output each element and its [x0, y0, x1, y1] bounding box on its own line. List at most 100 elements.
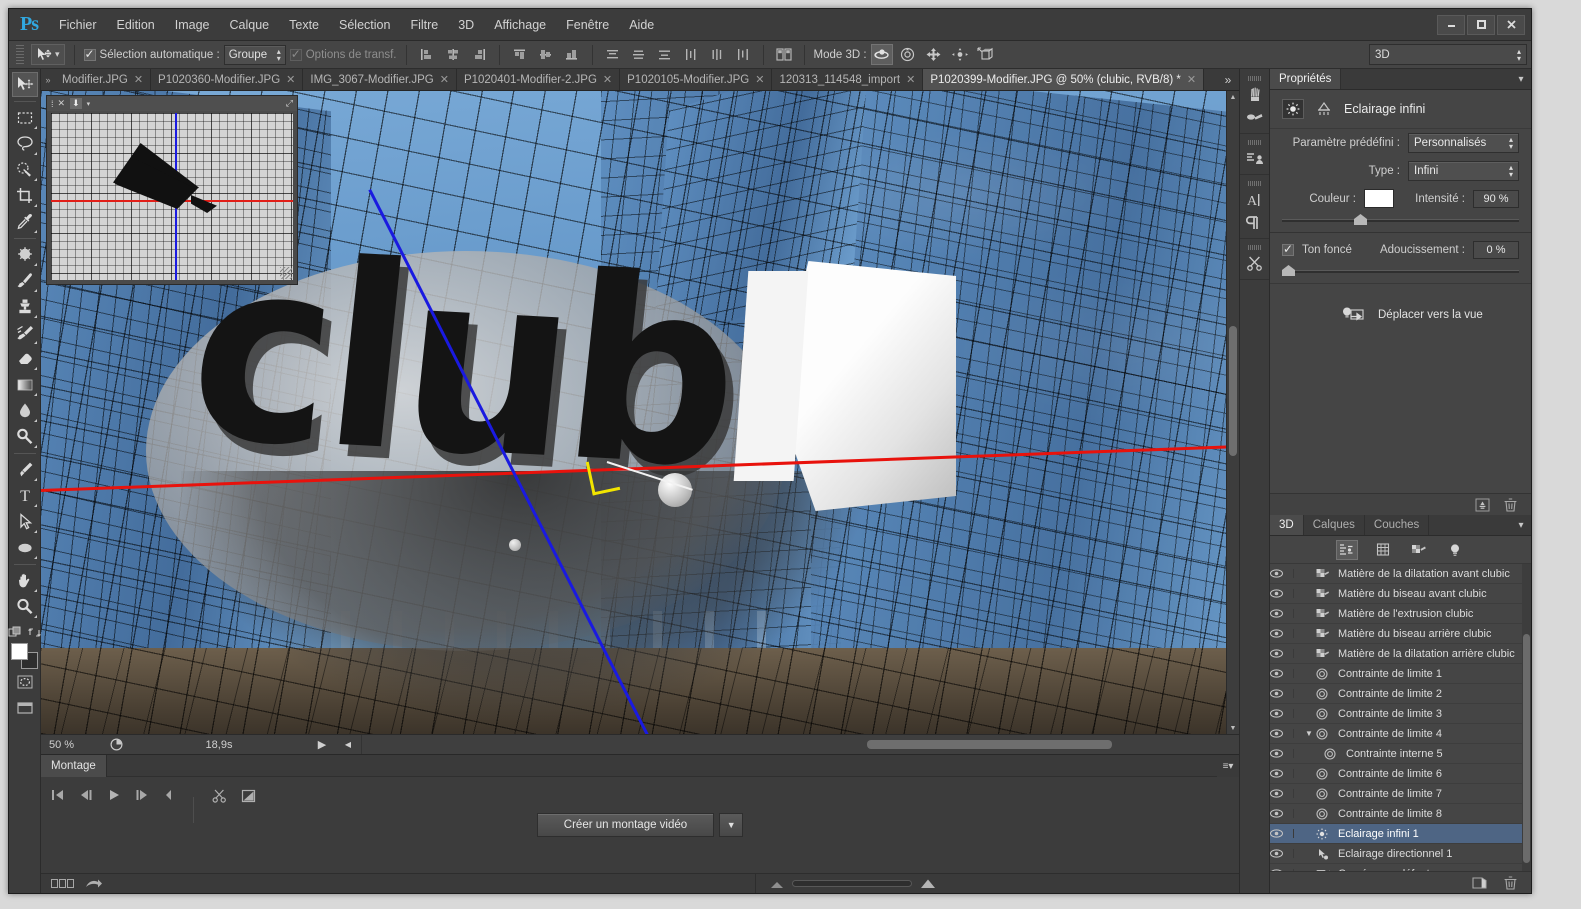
scroll-up-arrow-icon[interactable]: ▲ — [1227, 91, 1239, 103]
add-light-icon[interactable] — [1475, 498, 1490, 512]
transition-button[interactable] — [241, 789, 256, 803]
3d-list-scroll-thumb[interactable] — [1523, 634, 1530, 863]
spot-healing-brush-tool[interactable] — [12, 242, 38, 267]
scene-item-row[interactable]: ▼ Contrainte de limite 4 — [1270, 724, 1531, 744]
convert-to-frame-animation-icon[interactable] — [51, 878, 75, 889]
close-icon[interactable]: ✕ — [286, 73, 295, 86]
preset-select[interactable]: Personnalisés ▴ ▾ — [1408, 133, 1519, 153]
panel-grip-icon[interactable] — [1247, 181, 1262, 186]
scene-item-row[interactable]: Eclairage directionnel 1 — [1270, 844, 1531, 864]
workspace-select[interactable]: 3D ▴ ▾ — [1369, 44, 1527, 65]
chevron-down-icon[interactable]: ▾ — [87, 100, 91, 108]
visibility-eye-icon[interactable] — [1270, 669, 1294, 678]
scene-item-row[interactable]: Contrainte de limite 7 — [1270, 784, 1531, 804]
add-object-icon[interactable] — [1472, 876, 1488, 890]
maximize-button[interactable] — [1467, 14, 1495, 35]
slide-3d-button[interactable] — [949, 44, 971, 65]
minimize-button[interactable] — [1437, 14, 1465, 35]
softness-slider-knob[interactable] — [1282, 265, 1295, 276]
clone-source-icon[interactable] — [1243, 106, 1267, 129]
screen-mode-button[interactable] — [12, 695, 38, 720]
intensity-slider-knob[interactable] — [1354, 214, 1367, 225]
type-tool[interactable]: T — [12, 483, 38, 508]
path-selection-tool[interactable] — [12, 509, 38, 534]
tab-couches[interactable]: Couches — [1364, 515, 1430, 535]
3d-panel-menu-icon[interactable]: ▾ — [1511, 515, 1531, 535]
quick-mask-mode-button[interactable] — [12, 669, 38, 694]
menu-texte[interactable]: Texte — [279, 14, 329, 36]
canvas-hscroll-thumb[interactable] — [867, 740, 1112, 749]
visibility-eye-icon[interactable] — [1270, 809, 1294, 818]
visibility-eye-icon[interactable] — [1270, 729, 1294, 738]
filter-lights-icon[interactable] — [1444, 540, 1466, 560]
scene-item-row[interactable]: Contrainte de limite 1 — [1270, 664, 1531, 684]
light-gizmo-small-handle[interactable] — [509, 539, 521, 551]
swap-view-icon[interactable]: ⬇ — [70, 98, 82, 109]
play-arrow-icon[interactable]: ▶ — [309, 738, 335, 751]
softness-slider[interactable] — [1282, 263, 1519, 279]
menu-fichier[interactable]: Fichier — [49, 14, 107, 36]
light-color-swatch[interactable] — [1364, 189, 1394, 208]
visibility-eye-icon[interactable] — [1270, 709, 1294, 718]
scene-item-row[interactable]: Contrainte de limite 2 — [1270, 684, 1531, 704]
3d-scene-list[interactable]: Matière de la dilatation avant clubic Mat… — [1270, 564, 1531, 871]
visibility-eye-icon[interactable] — [1270, 689, 1294, 698]
foreground-color-swatch[interactable] — [10, 643, 28, 660]
visibility-eye-icon[interactable] — [1270, 569, 1294, 578]
menu-image[interactable]: Image — [165, 14, 220, 36]
document-tab-6[interactable]: P1020399-Modifier.JPG @ 50% (clubic, RVB… — [923, 69, 1205, 90]
visibility-eye-icon[interactable] — [1270, 849, 1294, 858]
scene-item-row[interactable]: Matière du biseau arrière clubic — [1270, 624, 1531, 644]
eraser-tool[interactable] — [12, 346, 38, 371]
status-flyout-icon[interactable]: ◀ — [335, 740, 361, 749]
distribute-bottom-edges-button[interactable] — [654, 44, 676, 65]
filter-meshes-icon[interactable] — [1372, 540, 1394, 560]
align-right-edges-button[interactable] — [468, 44, 490, 65]
scene-item-row[interactable]: Contrainte de limite 8 — [1270, 804, 1531, 824]
zoom-in-timeline-icon[interactable] — [920, 878, 936, 889]
move-to-view-button[interactable]: Déplacer vers la vue — [1342, 306, 1483, 323]
auto-align-layers-button[interactable] — [773, 44, 795, 65]
rectangular-marquee-tool[interactable] — [12, 105, 38, 130]
close-icon[interactable]: ✕ — [58, 98, 66, 109]
menu-fenetre[interactable]: Fenêtre — [556, 14, 619, 36]
current-tool-preview[interactable]: ▾ — [31, 44, 65, 65]
filter-whole-scene-icon[interactable] — [1335, 539, 1358, 560]
align-left-edges-button[interactable] — [416, 44, 438, 65]
roll-3d-button[interactable] — [897, 44, 919, 65]
audio-mute-button[interactable] — [163, 789, 175, 801]
visibility-eye-icon[interactable] — [1270, 769, 1294, 778]
scene-item-row[interactable]: Eclairage infini 1 — [1270, 824, 1531, 844]
tab-montage[interactable]: Montage — [41, 755, 107, 777]
image-canvas[interactable]: clubic clubic ⁞ ✕ ⬇ ▾ ⤢ — [41, 91, 1226, 734]
align-horizontal-centers-button[interactable] — [442, 44, 464, 65]
align-vertical-centers-button[interactable] — [535, 44, 557, 65]
canvas-vertical-scrollbar[interactable]: ▲ ▼ — [1226, 91, 1239, 734]
filter-materials-icon[interactable] — [1408, 540, 1430, 560]
visibility-eye-icon[interactable] — [1270, 749, 1294, 758]
tab-calques[interactable]: Calques — [1303, 515, 1365, 535]
secondary-view-canvas[interactable] — [51, 113, 293, 280]
render-video-icon[interactable] — [85, 878, 103, 890]
distribute-top-edges-button[interactable] — [602, 44, 624, 65]
visibility-eye-icon[interactable] — [1270, 629, 1294, 638]
adjustments-icon[interactable] — [1243, 147, 1267, 170]
close-button[interactable] — [1497, 14, 1525, 35]
visibility-eye-icon[interactable] — [1270, 609, 1294, 618]
character-panel-icon[interactable]: A — [1243, 188, 1267, 211]
animation-status-icon[interactable] — [103, 738, 129, 751]
transform-options-checkbox[interactable] — [289, 47, 302, 61]
scene-item-row[interactable]: Caméra par défaut — [1270, 864, 1531, 871]
align-top-edges-button[interactable] — [509, 44, 531, 65]
scene-item-row[interactable]: Contrainte de limite 6 — [1270, 764, 1531, 784]
distribute-left-edges-button[interactable] — [680, 44, 702, 65]
auto-select-scope-select[interactable]: Groupe ▴ ▾ — [223, 44, 286, 65]
scroll-down-arrow-icon[interactable]: ▼ — [1227, 722, 1239, 734]
panel-grip-icon[interactable] — [1247, 245, 1262, 250]
visibility-eye-icon[interactable] — [1270, 829, 1294, 838]
crop-tool[interactable] — [12, 183, 38, 208]
close-icon[interactable]: ✕ — [1187, 73, 1196, 86]
document-tab-4[interactable]: P1020105-Modifier.JPG ✕ — [620, 69, 773, 90]
close-icon[interactable]: ✕ — [603, 73, 612, 86]
properties-panel-menu-icon[interactable]: ▾ — [1511, 69, 1531, 89]
